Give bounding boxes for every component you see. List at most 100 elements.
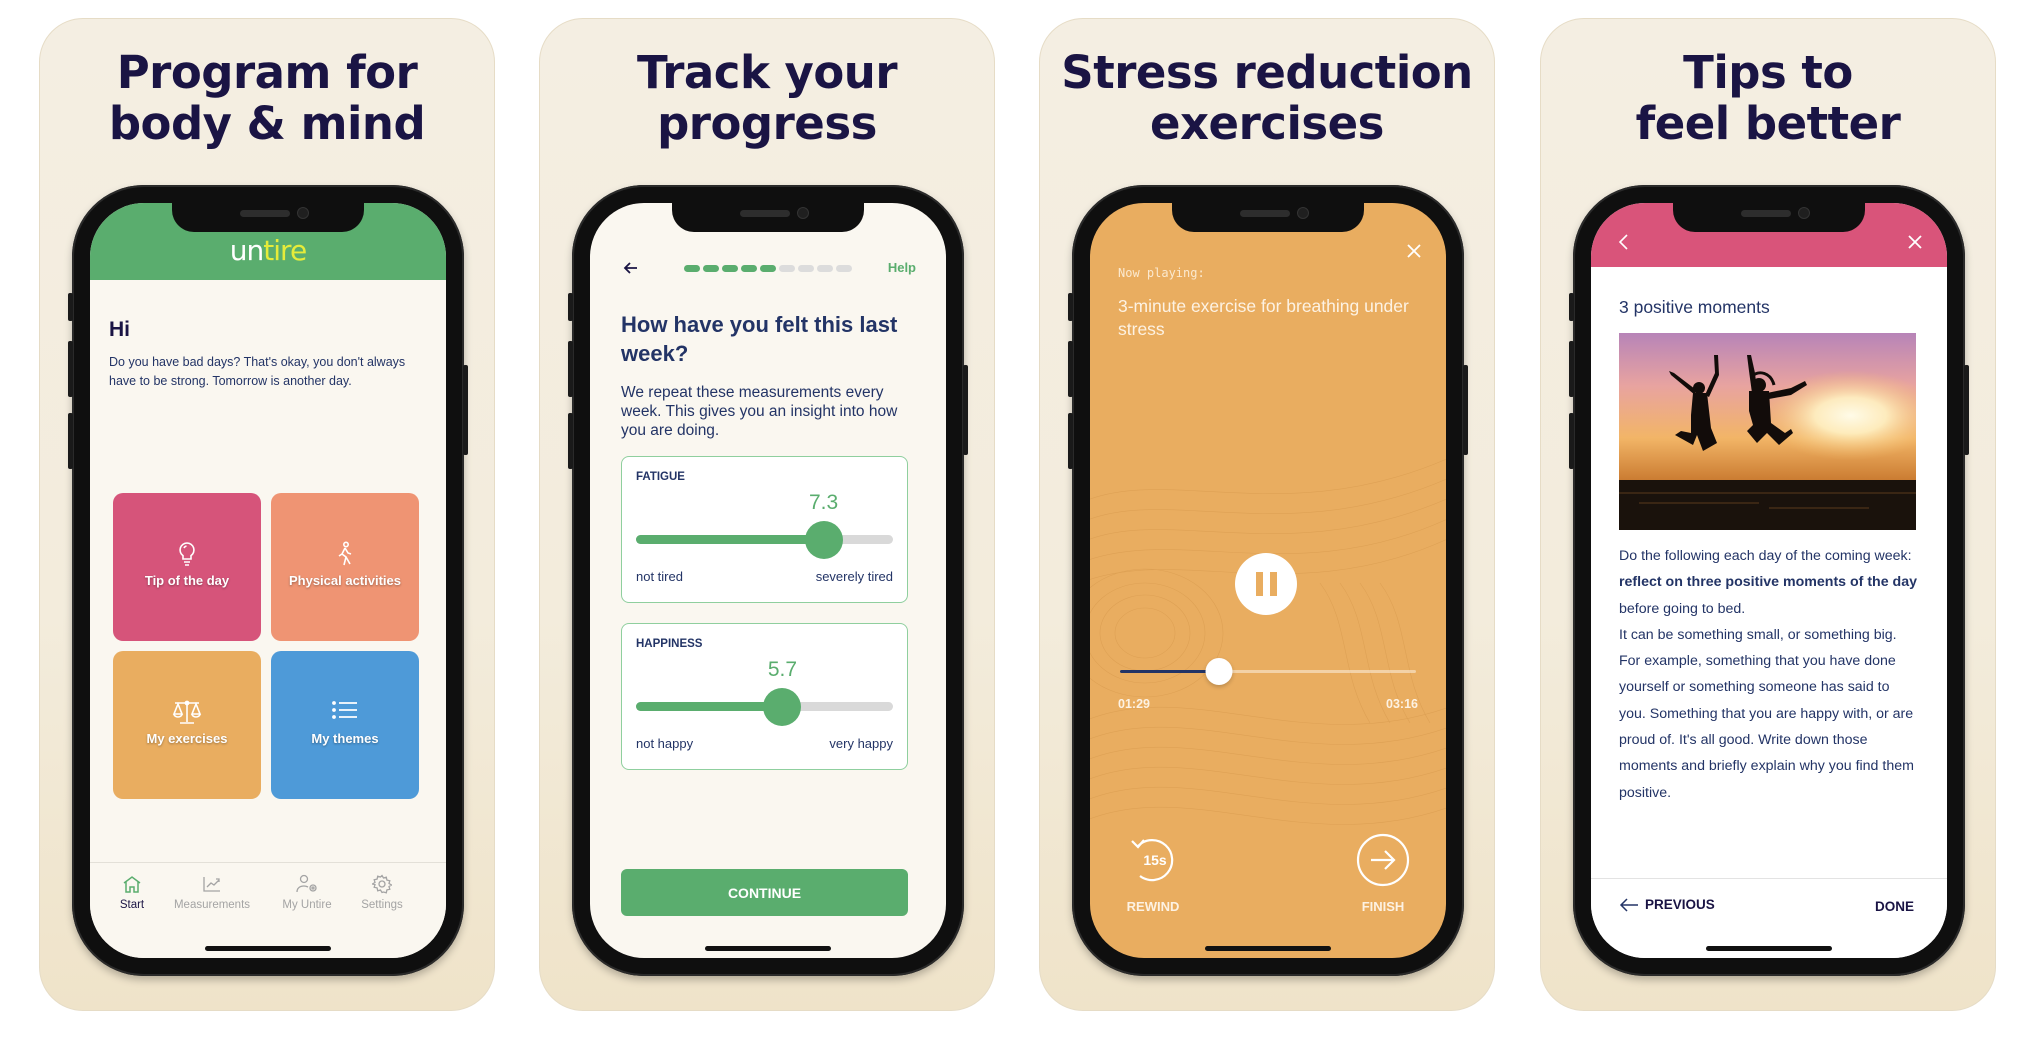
progress-step-pending [779, 265, 795, 272]
tile-my-exercises[interactable]: My exercises [113, 651, 261, 799]
phone-side-button [463, 365, 468, 455]
progress-step-pending [836, 265, 852, 272]
rewind-button[interactable]: 15s REWIND [1113, 831, 1193, 914]
pause-icon-bar [1255, 572, 1263, 596]
finish-button[interactable]: FINISH [1343, 831, 1423, 914]
lightbulb-icon [113, 541, 261, 567]
tab-start[interactable]: Start [110, 873, 154, 911]
phone-frame: Now playing: 3-minute exercise for breat… [1068, 185, 1468, 976]
tile-label: My themes [311, 731, 379, 746]
phone-side-button [68, 413, 73, 469]
progress-step-pending [817, 265, 833, 272]
panel-headline: Stress reduction exercises [1040, 47, 1494, 149]
greeting: Hi [109, 318, 130, 341]
phone-side-button [1569, 341, 1574, 397]
close-icon[interactable] [1404, 241, 1424, 261]
panel-headline: Tips to feel better [1541, 47, 1995, 149]
panel-stress-reduction: Stress reduction exercises Now playing: … [1039, 18, 1495, 1011]
phone-frame: Help How have you felt this last week? W… [568, 185, 968, 976]
continue-button[interactable]: CONTINUE [621, 869, 908, 916]
tip-body-after: before going to bed. [1619, 600, 1746, 617]
rewind-label: REWIND [1126, 899, 1180, 914]
tile-label: Physical activities [288, 573, 401, 588]
scrubber-handle[interactable] [1205, 658, 1233, 685]
home-indicator [205, 946, 331, 951]
help-link[interactable]: Help [888, 260, 916, 275]
tile-my-themes[interactable]: My themes [271, 651, 419, 799]
headline-line-1: Track your [636, 46, 898, 99]
fatigue-slider[interactable] [636, 521, 893, 559]
sunset-jump-photo [1619, 333, 1916, 530]
phone-screen: 3 positive moments Do the following each… [1591, 203, 1947, 958]
bottom-tab-bar: Start Measurements My Untire Settings [90, 862, 446, 958]
tile-tip-of-the-day[interactable]: Tip of the day [113, 493, 261, 641]
arrow-right-circle-icon [1343, 831, 1423, 889]
pause-button[interactable] [1235, 553, 1297, 615]
tab-settings[interactable]: Settings [356, 873, 408, 911]
tab-label: Measurements [173, 899, 251, 911]
tip-title: 3 positive moments [1619, 297, 1770, 317]
audio-scrubber[interactable] [1120, 658, 1416, 685]
list-icon [271, 699, 419, 725]
tab-label: Settings [361, 899, 403, 911]
slider-fill [636, 535, 824, 544]
gear-icon [356, 873, 408, 895]
phone-side-button [1068, 341, 1073, 397]
progress-step-complete [760, 265, 776, 272]
back-arrow-icon[interactable] [621, 258, 641, 278]
tab-label: My Untire [282, 899, 332, 911]
tip-body-intro: Do the following each day of the coming … [1619, 548, 1912, 564]
happiness-slider[interactable] [636, 688, 893, 726]
headline-line-2: body & mind [108, 97, 426, 150]
previous-label: PREVIOUS [1645, 897, 1715, 912]
slider-max-label: severely tired [815, 569, 893, 584]
panel-tips: Tips to feel better 3 positive moments D… [1540, 18, 1996, 1011]
tab-measurements[interactable]: Measurements [168, 873, 256, 911]
previous-button[interactable]: PREVIOUS [1619, 897, 1715, 912]
rewind-15s-icon: 15s [1113, 831, 1193, 889]
panel-track-progress: Track your progress Help How have you fe… [539, 18, 995, 1011]
tip-body-paragraph: It can be something small, or something … [1619, 626, 1914, 801]
close-icon[interactable] [1905, 232, 1925, 252]
happiness-card: HAPPINESS 5.7 not happy very happy [621, 623, 908, 770]
slider-handle[interactable] [804, 521, 843, 559]
step-progress-indicator [684, 265, 852, 272]
phone-side-button [1569, 293, 1574, 321]
question-subtitle: We repeat these measurements every week.… [621, 384, 898, 439]
done-button[interactable]: DONE [1875, 899, 1914, 914]
logo-part-un: un [229, 234, 264, 267]
elapsed-time: 01:29 [1118, 697, 1150, 711]
home-icon [110, 873, 154, 895]
measure-value: 5.7 [767, 658, 798, 681]
notch [672, 203, 864, 232]
tab-my-untire[interactable]: My Untire [276, 873, 338, 911]
measure-label: FATIGUE [636, 471, 685, 483]
panel-headline: Track your progress [540, 47, 994, 149]
phone-side-button [1463, 365, 1468, 455]
phone-frame: 3 positive moments Do the following each… [1569, 185, 1969, 976]
pause-icon-bar [1269, 572, 1277, 596]
phone-side-button [568, 341, 573, 397]
intro-text: Do you have bad days? That's okay, you d… [109, 355, 406, 388]
progress-step-complete [741, 265, 757, 272]
walking-person-icon [271, 541, 419, 567]
notch [1172, 203, 1364, 232]
finish-label: FINISH [1361, 899, 1405, 914]
tile-physical-activities[interactable]: Physical activities [271, 493, 419, 641]
phone-screen: Now playing: 3-minute exercise for breat… [1090, 203, 1446, 958]
panel-program: Program for body & mind untire Hi Do you… [39, 18, 495, 1011]
tile-label: My exercises [146, 731, 228, 746]
phone-side-button [1068, 293, 1073, 321]
home-indicator [1706, 946, 1832, 951]
chevron-left-icon[interactable] [1615, 233, 1633, 251]
untire-logo: untire [90, 234, 446, 267]
home-indicator [705, 946, 831, 951]
progress-step-complete [722, 265, 738, 272]
slider-min-label: not tired [636, 569, 683, 584]
progress-step-pending [798, 265, 814, 272]
phone-side-button [68, 341, 73, 397]
user-settings-icon [276, 873, 338, 895]
slider-handle[interactable] [763, 688, 802, 726]
total-duration: 03:16 [1386, 697, 1418, 711]
scrubber-progress [1120, 670, 1220, 673]
